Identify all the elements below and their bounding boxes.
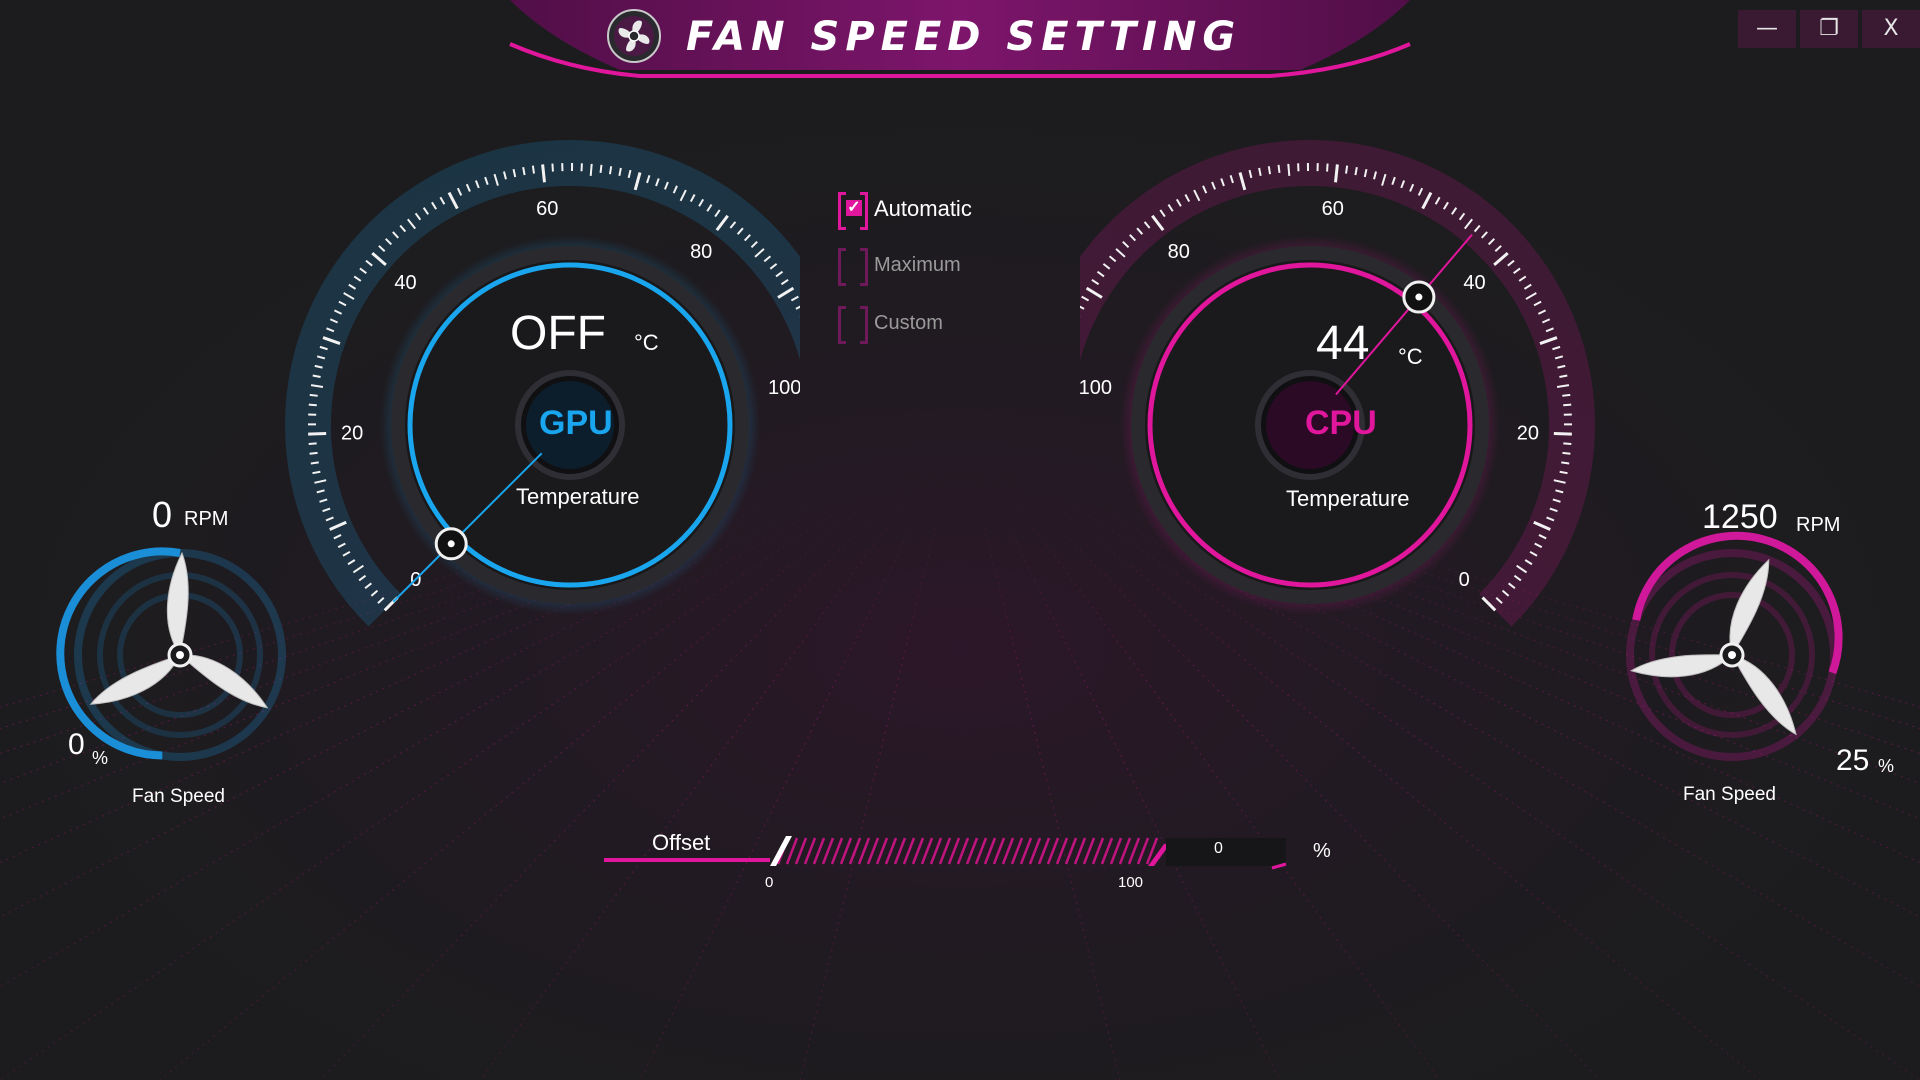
gpu-badge: GPU	[539, 404, 613, 442]
cpu-fan-caption: Fan Speed	[1683, 784, 1776, 805]
gpu-scale-label: 80	[690, 241, 712, 263]
cpu-needle-center	[1415, 293, 1423, 301]
cpu-scale-label: 20	[1517, 423, 1539, 445]
cpu-temperature-caption: Temperature	[1286, 486, 1410, 511]
cpu-scale-label: 100	[1080, 377, 1112, 399]
automatic-checkbox[interactable]: ✓	[838, 192, 868, 230]
mode-label-custom: Custom	[874, 311, 943, 334]
gpu-fan-rpm: 0	[152, 494, 173, 535]
gpu-fan-percent: 0	[68, 728, 85, 761]
cpu-scale-label: 60	[1322, 198, 1344, 220]
fan-logo-icon	[606, 8, 662, 64]
restore-button[interactable]: ❐	[1800, 10, 1858, 48]
gpu-fan-percent-unit: %	[92, 748, 109, 768]
cpu-temperature-gauge: 0 20 40 60 80 100	[1080, 140, 1595, 627]
offset-value-box[interactable]	[1166, 838, 1286, 866]
gpu-fan-widget	[56, 547, 286, 761]
mode-option-automatic[interactable]: ✓ Automatic	[838, 192, 972, 230]
cpu-fan-widget	[1626, 531, 1843, 761]
cpu-fan-rpm: 1250	[1702, 498, 1778, 536]
gpu-fan-rpm-unit: RPM	[184, 508, 229, 530]
cpu-scale-label: 40	[1463, 272, 1485, 294]
cpu-temperature-value: 44	[1316, 317, 1370, 370]
fan-speed-app: FAN SPEED SETTING — ❐ X 0 20 40 60 80 100 OFF…	[0, 0, 1920, 1080]
offset-slider[interactable]	[600, 824, 1320, 884]
mode-label-automatic: Automatic	[874, 196, 972, 221]
minimize-button[interactable]: —	[1738, 10, 1796, 48]
offset-max-label: 100	[1118, 874, 1144, 891]
mode-option-custom[interactable]: Custom	[838, 306, 943, 344]
gpu-fan-caption: Fan Speed	[132, 786, 225, 807]
gpu-temperature-caption: Temperature	[516, 484, 640, 509]
custom-checkbox[interactable]	[838, 306, 868, 344]
gpu-temperature-value: OFF	[510, 307, 606, 360]
cpu-fan-percent-unit: %	[1878, 756, 1895, 776]
mode-label-maximum: Maximum	[874, 253, 961, 276]
gpu-scale-label: 20	[341, 423, 363, 445]
gpu-temperature-unit: °C	[634, 330, 659, 355]
gpu-needle-center	[447, 540, 455, 548]
app-title: FAN SPEED SETTING	[686, 14, 1242, 60]
offset-unit: %	[1313, 840, 1331, 862]
mode-option-maximum[interactable]: Maximum	[838, 248, 961, 286]
cpu-fan-percent: 25	[1836, 744, 1870, 777]
offset-min-label: 0	[765, 874, 774, 891]
gpu-scale-label: 100	[768, 377, 800, 399]
cpu-scale-label: 0	[1459, 569, 1470, 591]
cpu-fan-rpm-unit: RPM	[1796, 514, 1841, 536]
cpu-badge: CPU	[1305, 404, 1377, 442]
maximum-checkbox[interactable]	[838, 248, 868, 286]
gpu-temperature-gauge: 020406080100	[285, 140, 800, 627]
cpu-scale-label: 80	[1168, 241, 1190, 263]
gpu-scale-label: 40	[394, 272, 416, 294]
check-icon: ✓	[846, 199, 862, 216]
cpu-temperature-unit: °C	[1398, 344, 1423, 369]
gpu-scale-label: 60	[536, 198, 558, 220]
offset-track-hatch	[776, 837, 1159, 865]
offset-value-input[interactable]: 0	[1214, 840, 1223, 858]
close-button[interactable]: X	[1862, 10, 1920, 48]
